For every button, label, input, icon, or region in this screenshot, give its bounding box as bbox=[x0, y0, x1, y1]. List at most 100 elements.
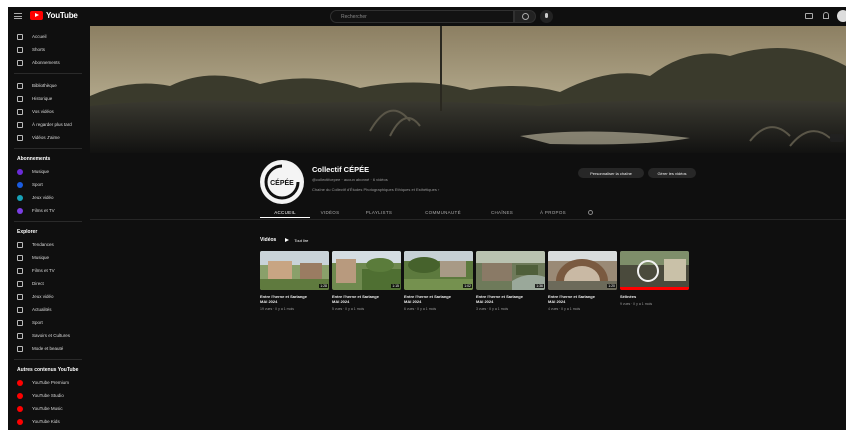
youtube-play-logo-icon bbox=[30, 11, 43, 20]
channel-avatar[interactable]: CÉPÉE bbox=[260, 160, 304, 204]
sidebar-item-label: Tendances bbox=[32, 242, 54, 247]
sidebar-item-sport[interactable]: Sport bbox=[8, 316, 88, 329]
account-avatar[interactable] bbox=[837, 10, 846, 22]
sidebar-item-label: Mode et beauté bbox=[32, 346, 64, 351]
video-duration: 1:15 bbox=[391, 284, 400, 288]
trophy-icon bbox=[17, 319, 23, 326]
video-meta: 3 vues · Il y a 1 mois bbox=[476, 307, 509, 311]
video-card[interactable]: Sélinées 9 vues · Il y a 1 mois bbox=[620, 251, 689, 306]
sidebar-item-jeux-video[interactable]: Jeux vidéo bbox=[8, 290, 88, 303]
video-card[interactable]: 1:28 Entre l'herne et Sarlange MAI 2024 … bbox=[260, 251, 329, 311]
tab-chaines[interactable]: CHAÎNES bbox=[478, 207, 526, 218]
sidebar-item-label: Shorts bbox=[32, 47, 46, 52]
search-input[interactable]: Rechercher bbox=[330, 10, 514, 23]
sidebar-item-sub-jeux-video[interactable]: Jeux vidéo bbox=[8, 191, 88, 204]
sidebar-item-films-tv[interactable]: Films et TV bbox=[8, 264, 88, 277]
tab-accueil[interactable]: ACCUEIL bbox=[260, 207, 310, 218]
video-meta: 9 vues · Il y a 1 mois bbox=[620, 302, 653, 306]
tab-a-propos[interactable]: À PROPOS bbox=[526, 207, 580, 218]
sidebar-item-watch-later[interactable]: À regarder plus tard bbox=[8, 118, 88, 131]
channel-description[interactable]: Chaîne du Collectif d'Études Photographi… bbox=[312, 187, 439, 192]
sidebar-item-abonnements[interactable]: Abonnements bbox=[8, 56, 88, 69]
video-subtitle: MAI 2024 bbox=[260, 299, 278, 304]
channel-name: Collectif CÉPÉE bbox=[312, 165, 370, 174]
youtube-premium-icon bbox=[17, 379, 23, 386]
video-meta: 6 vues · Il y a 1 mois bbox=[404, 307, 437, 311]
lightbulb-icon bbox=[17, 332, 23, 339]
more-youtube-heading: Autres contenus YouTube bbox=[17, 367, 79, 373]
customize-channel-button[interactable]: Personnaliser la chaîne bbox=[578, 168, 644, 178]
subscriptions-heading: Abonnements bbox=[17, 156, 51, 162]
video-title[interactable]: Sélinées bbox=[620, 294, 689, 299]
sidebar-item-direct[interactable]: Direct bbox=[8, 277, 88, 290]
play-all-button[interactable]: Tout lire bbox=[294, 238, 308, 243]
sidebar-item-yt-premium[interactable]: YouTube Premium bbox=[8, 376, 88, 389]
sidebar-item-sub-sport[interactable]: Sport bbox=[8, 178, 88, 191]
sidebar-item-label: Accueil bbox=[32, 34, 47, 39]
divider bbox=[14, 359, 82, 360]
channel-search-icon[interactable] bbox=[588, 210, 593, 215]
sidebar-item-bibliotheque[interactable]: Bibliothèque bbox=[8, 79, 88, 92]
library-icon bbox=[17, 82, 23, 89]
sidebar-item-label: Historique bbox=[32, 96, 53, 101]
chevron-right-icon: › bbox=[437, 187, 440, 192]
sidebar-item-yt-music[interactable]: YouTube Music bbox=[8, 402, 88, 415]
video-duration: 1:28 bbox=[319, 284, 328, 288]
sidebar-item-label: Musique bbox=[32, 169, 50, 174]
tab-videos[interactable]: VIDÉOS bbox=[310, 207, 350, 218]
subscriber-count: aucun abonné bbox=[343, 177, 370, 182]
videos-section-header: Vidéos Tout lire bbox=[260, 237, 308, 243]
video-thumbnail[interactable]: 1:02 bbox=[404, 251, 473, 290]
divider bbox=[14, 221, 82, 222]
channel-banner-image bbox=[90, 26, 846, 153]
description-text: Chaîne du Collectif d'Études Photographi… bbox=[312, 187, 437, 192]
sidebar-item-tendances[interactable]: Tendances bbox=[8, 238, 88, 251]
live-icon bbox=[17, 280, 23, 287]
sidebar-item-liked-videos[interactable]: Vidéos J'aime bbox=[8, 131, 88, 144]
video-thumbnail[interactable]: 1:20 bbox=[548, 251, 617, 290]
create-video-icon[interactable] bbox=[805, 13, 813, 19]
clock-icon bbox=[17, 121, 23, 128]
video-card[interactable]: 1:02 Entre l'herne et Sarlange MAI 2024 … bbox=[404, 251, 473, 311]
sidebar-item-musique[interactable]: Musique bbox=[8, 251, 88, 264]
your-videos-icon bbox=[17, 108, 23, 115]
sidebar-item-actualites[interactable]: Actualités bbox=[8, 303, 88, 316]
shorts-icon bbox=[17, 46, 23, 53]
manage-videos-button[interactable]: Gérer les vidéos bbox=[648, 168, 696, 178]
sidebar-item-savoirs[interactable]: Savoirs et Cultures bbox=[8, 329, 88, 342]
sidebar-item-vos-videos[interactable]: Vos vidéos bbox=[8, 105, 88, 118]
video-card[interactable]: 1:20 Entre l'herne et Sarlange MAI 2024 … bbox=[548, 251, 617, 311]
news-icon bbox=[17, 306, 23, 313]
video-card[interactable]: 1:15 Entre l'herne et Sarlange MAI 2024 … bbox=[332, 251, 401, 311]
channel-avatar-icon bbox=[17, 194, 23, 201]
notifications-bell-icon[interactable] bbox=[823, 12, 829, 19]
play-all-icon[interactable] bbox=[285, 238, 290, 242]
sidebar-item-yt-kids[interactable]: YouTube Kids bbox=[8, 415, 88, 428]
sidebar-item-sub-films-tv[interactable]: Films et TV bbox=[8, 204, 88, 217]
video-thumbnail[interactable]: 1:28 bbox=[260, 251, 329, 290]
youtube-logo[interactable]: YouTube bbox=[30, 11, 78, 20]
youtube-kids-icon bbox=[17, 418, 23, 425]
search-button[interactable] bbox=[514, 10, 536, 23]
divider bbox=[14, 148, 82, 149]
video-thumbnail[interactable]: 1:36 bbox=[476, 251, 545, 290]
hamburger-menu-icon[interactable] bbox=[14, 13, 22, 19]
sidebar-item-historique[interactable]: Historique bbox=[8, 92, 88, 105]
tab-playlists[interactable]: PLAYLISTS bbox=[350, 207, 408, 218]
voice-search-button[interactable] bbox=[540, 10, 553, 23]
tab-communaute[interactable]: COMMUNAUTÉ bbox=[408, 207, 478, 218]
video-thumbnail[interactable] bbox=[620, 251, 689, 290]
channel-logo-text: CÉPÉE bbox=[270, 178, 294, 187]
channel-handle: @collectifcepee bbox=[312, 177, 341, 182]
tabs-divider bbox=[90, 219, 846, 220]
sidebar-item-sub-musique[interactable]: Musique bbox=[8, 165, 88, 178]
sidebar-item-yt-studio[interactable]: YouTube Studio bbox=[8, 389, 88, 402]
sidebar-item-mode-beaute[interactable]: Mode et beauté bbox=[8, 342, 88, 355]
sidebar-item-accueil[interactable]: Accueil bbox=[8, 30, 88, 43]
video-card[interactable]: 1:36 Entre l'herne et Sarlange MAI 2024 … bbox=[476, 251, 545, 311]
video-thumbnail[interactable]: 1:15 bbox=[332, 251, 401, 290]
sidebar-item-label: Sport bbox=[32, 320, 43, 325]
hanger-icon bbox=[17, 345, 23, 352]
sidebar-item-shorts[interactable]: Shorts bbox=[8, 43, 88, 56]
youtube-studio-icon bbox=[17, 392, 23, 399]
